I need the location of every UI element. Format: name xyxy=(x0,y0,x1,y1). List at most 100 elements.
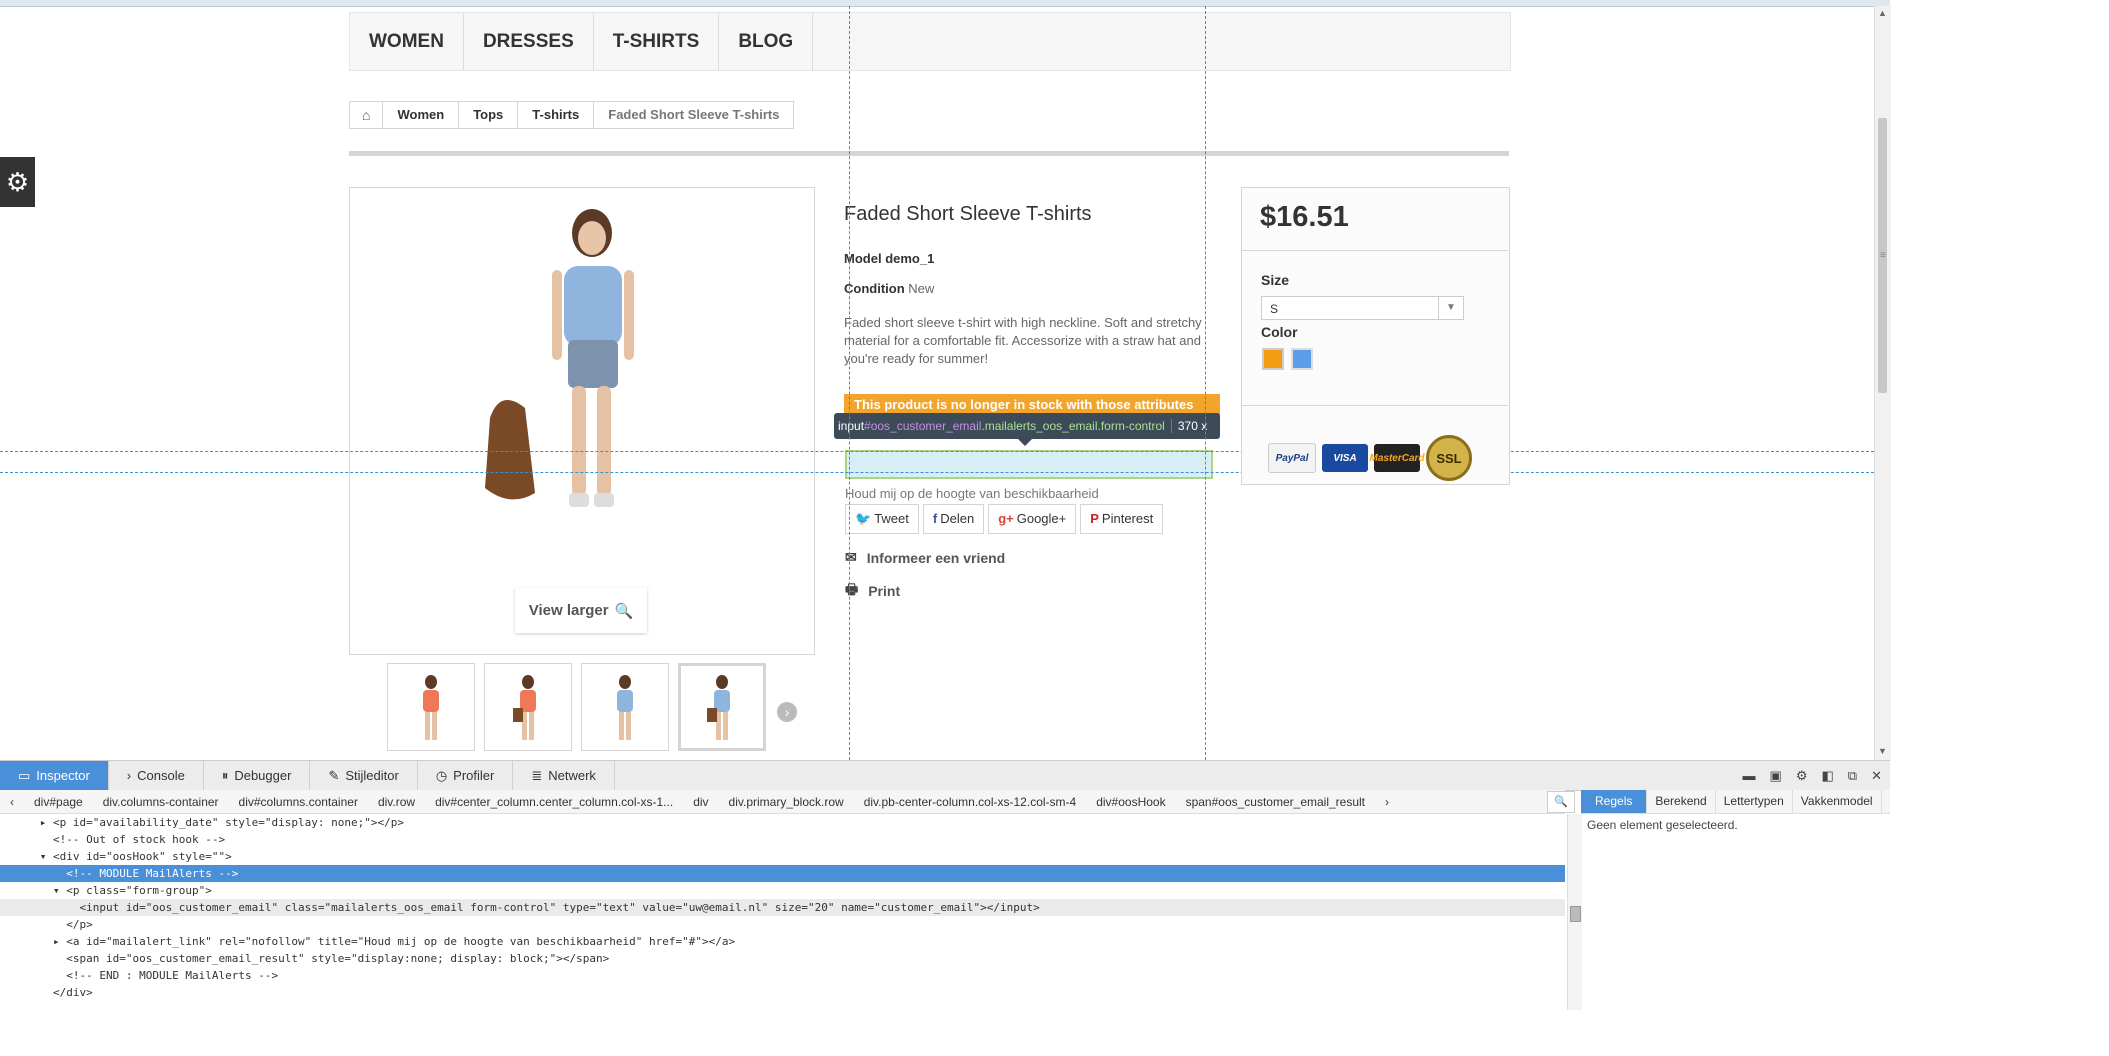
pinterest-label: Pinterest xyxy=(1101,511,1154,526)
zoom-icon: 🔍 xyxy=(614,602,634,620)
next-thumbnail-icon[interactable]: › xyxy=(777,702,797,722)
product-condition: Condition New xyxy=(844,281,934,296)
settings-gear-icon[interactable]: ⚙ xyxy=(0,157,35,207)
tab-computed[interactable]: Berekend xyxy=(1647,790,1716,813)
markup-scrollbar[interactable] xyxy=(1567,814,1582,1010)
markup-line[interactable]: <!-- Out of stock hook --> xyxy=(0,831,1565,848)
crumb-node[interactable]: div.primary_block.row xyxy=(719,795,854,809)
scroll-up-icon[interactable]: ▲ xyxy=(1878,8,1887,18)
markup-line[interactable]: ▾ <div id="oosHook" style=""> xyxy=(0,848,1565,865)
crumb-node[interactable]: span#oos_customer_email_result xyxy=(1176,795,1375,809)
breadcrumb-tshirts[interactable]: T-shirts xyxy=(518,102,595,128)
pinterest-icon: P xyxy=(1090,511,1099,526)
breadcrumb-tops[interactable]: Tops xyxy=(459,102,519,128)
gear-icon[interactable]: ⚙ xyxy=(1796,768,1808,784)
dock-side-icon[interactable]: ◧ xyxy=(1822,768,1834,784)
tab-box-model[interactable]: Vakkenmodel xyxy=(1793,790,1882,813)
tab-network[interactable]: ≣ Netwerk xyxy=(513,761,615,790)
crumb-node[interactable]: div.columns-container xyxy=(93,795,229,809)
menu-item-dresses[interactable]: DRESSES xyxy=(464,13,594,70)
menu-item-women[interactable]: WOMEN xyxy=(350,13,464,70)
pinterest-button[interactable]: P Pinterest xyxy=(1080,504,1164,534)
tab-fonts[interactable]: Lettertypen xyxy=(1716,790,1793,813)
size-select[interactable]: S ▼ xyxy=(1261,296,1464,320)
markup-line-hovered[interactable]: <input id="oos_customer_email" class="ma… xyxy=(0,899,1565,916)
guide-line-right xyxy=(1205,6,1206,760)
product-price: $16.51 xyxy=(1260,201,1349,233)
send-to-friend-label: Informeer een vriend xyxy=(866,549,1006,566)
breadcrumb-women[interactable]: Women xyxy=(383,102,460,128)
thumbnail-2[interactable] xyxy=(484,663,572,751)
menu-item-blog[interactable]: BLOG xyxy=(719,13,814,70)
tab-debugger-label: Debugger xyxy=(234,768,292,783)
print-link[interactable]: 🖶 Print xyxy=(845,579,900,603)
menu-item-tshirts[interactable]: T-SHIRTS xyxy=(594,13,720,70)
markup-line[interactable]: ▸ <a id="mailalert_link" rel="nofollow" … xyxy=(0,933,1565,950)
markup-line[interactable]: </p> xyxy=(0,916,1565,933)
crumb-node[interactable]: div#columns.container xyxy=(229,795,368,809)
envelope-icon: ✉ xyxy=(845,549,857,565)
google-plus-button[interactable]: g+ Google+ xyxy=(988,504,1077,534)
tab-rules[interactable]: Regels xyxy=(1581,790,1648,813)
home-icon[interactable]: ⌂ xyxy=(350,102,384,128)
crumb-node[interactable]: div#oosHook xyxy=(1086,795,1175,809)
split-console-icon[interactable]: ▬ xyxy=(1743,768,1756,783)
crumb-node[interactable]: div#page xyxy=(24,795,93,809)
product-description: Faded short sleeve t-shirt with high nec… xyxy=(844,315,1202,366)
oos-email-input-highlighted[interactable] xyxy=(845,450,1213,479)
close-icon[interactable]: ✕ xyxy=(1871,768,1882,784)
size-selected: S xyxy=(1270,302,1279,316)
tab-debugger[interactable]: ⏸ Debugger xyxy=(204,761,311,790)
markup-line[interactable]: <!-- END : MODULE MailAlerts --> xyxy=(0,967,1565,984)
responsive-icon[interactable]: ▣ xyxy=(1770,768,1782,784)
node-breadcrumbs: ‹ div#page div.columns-container div#col… xyxy=(0,790,1565,814)
tab-network-label: Netwerk xyxy=(548,768,596,783)
markup-line[interactable]: <span id="oos_customer_email_result" sty… xyxy=(0,950,1565,967)
tweet-button[interactable]: 🐦 Tweet xyxy=(845,504,919,534)
thumbnail-1[interactable] xyxy=(387,663,475,751)
divider xyxy=(349,151,1509,156)
markup-line-selected[interactable]: <!-- MODULE MailAlerts --> xyxy=(0,865,1565,882)
color-swatch-blue[interactable] xyxy=(1291,348,1313,370)
view-larger-button[interactable]: View larger 🔍 xyxy=(515,588,647,633)
color-swatch-orange[interactable] xyxy=(1262,348,1284,370)
size-label: Size xyxy=(1261,272,1290,288)
crumb-right-arrow-icon[interactable]: › xyxy=(1375,795,1399,809)
tab-inspector[interactable]: ▭ Inspector xyxy=(0,761,109,790)
breadcrumb-current: Faded Short Sleeve T-shirts xyxy=(608,107,780,122)
page-scrollbar[interactable]: ▲ ≡ ▼ xyxy=(1874,6,1891,760)
markup-line[interactable]: ▸ <p id="availability_date" style="displ… xyxy=(0,814,1565,831)
crumb-node[interactable]: div.row xyxy=(368,795,425,809)
crumb-node[interactable]: div#center_column.center_column.col-xs-1… xyxy=(425,795,683,809)
markup-line[interactable]: </div> xyxy=(0,984,1565,1001)
debugger-icon: ⏸ xyxy=(221,768,229,783)
product-main-image[interactable] xyxy=(349,187,815,655)
tab-console[interactable]: › Console xyxy=(109,761,204,790)
markup-scrollbar-thumb[interactable] xyxy=(1570,906,1581,922)
twitter-icon: 🐦 xyxy=(855,511,872,526)
paypal-logo: PayPal xyxy=(1268,443,1316,473)
tab-profiler[interactable]: ◷ Profiler xyxy=(418,761,514,790)
google-plus-icon: g+ xyxy=(998,511,1014,526)
profiler-icon: ◷ xyxy=(435,768,448,783)
inspector-highlight-tooltip: input#oos_customer_email.mailalerts_oos_… xyxy=(834,413,1220,459)
markup-line[interactable]: ▾ <p class="form-group"> xyxy=(0,882,1565,899)
printer-icon: 🖶 xyxy=(845,581,859,597)
view-larger-label: View larger xyxy=(528,602,609,619)
print-label: Print xyxy=(868,583,901,599)
crumb-left-arrow-icon[interactable]: ‹ xyxy=(0,795,24,809)
product-model: Model demo_1 xyxy=(844,251,934,266)
main-menu: WOMEN DRESSES T-SHIRTS BLOG xyxy=(349,12,1511,71)
thumbnail-3[interactable] xyxy=(581,663,669,751)
send-to-friend-link[interactable]: ✉ Informeer een vriend xyxy=(845,549,1005,566)
search-icon[interactable]: 🔍 xyxy=(1547,791,1575,813)
scroll-down-icon[interactable]: ▼ xyxy=(1878,746,1887,756)
crumb-node[interactable]: div.pb-center-column.col-xs-12.col-sm-4 xyxy=(854,795,1087,809)
notify-availability-link[interactable]: Houd mij op de hoogte van beschikbaarhei… xyxy=(845,486,1099,501)
color-label: Color xyxy=(1261,324,1298,340)
thumbnail-4-selected[interactable] xyxy=(678,663,766,751)
tab-style-editor[interactable]: ✎ Stijleditor xyxy=(310,761,418,790)
crumb-node[interactable]: div xyxy=(683,795,718,809)
facebook-share-button[interactable]: f Delen xyxy=(922,504,985,534)
undock-icon[interactable]: ⧉ xyxy=(1848,768,1857,784)
